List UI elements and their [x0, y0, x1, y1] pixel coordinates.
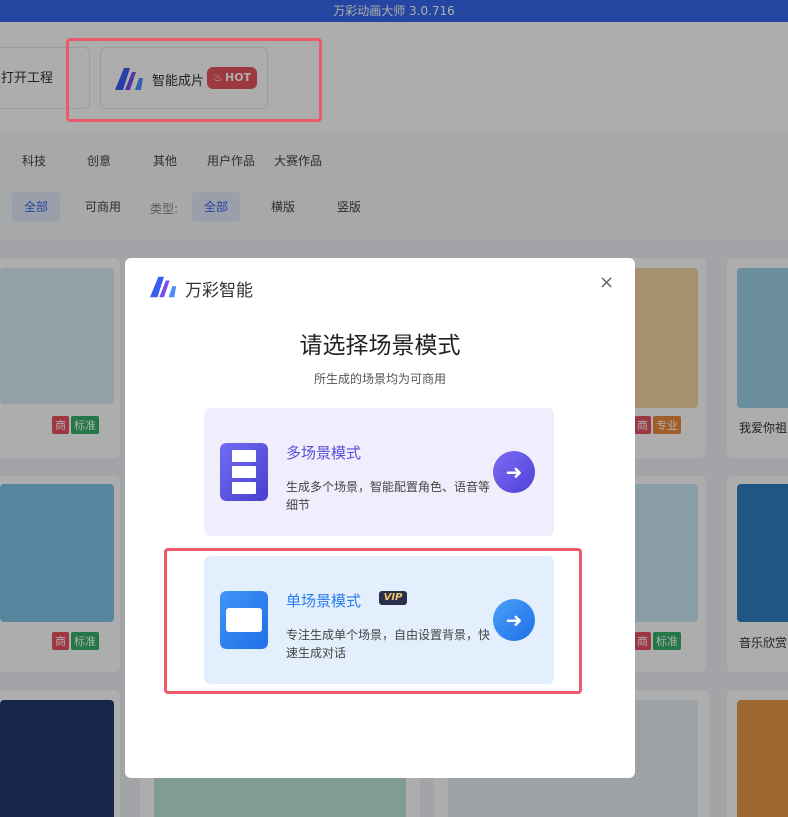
scene-mode-dialog: 万彩智能 × 请选择场景模式 所生成的场景均为可商用 多场景模式 生成多个场景，…	[125, 258, 635, 778]
film-strip-icon	[220, 443, 268, 501]
multi-scene-title: 多场景模式	[286, 444, 362, 462]
dialog-subtitle: 所生成的场景均为可商用	[313, 372, 446, 386]
close-icon[interactable]: ×	[599, 272, 614, 293]
multi-scene-description: 生成多个场景，智能配置角色、语音等细节	[286, 480, 491, 512]
multi-scene-arrow-button[interactable]: ➜	[493, 451, 535, 493]
arrow-right-icon: ➜	[505, 460, 523, 484]
dialog-brand: 万彩智能	[185, 281, 253, 301]
wancai-logo-icon	[150, 276, 177, 298]
highlight-smart-create	[66, 38, 322, 122]
highlight-single-scene	[164, 548, 582, 694]
multi-scene-mode-card[interactable]: 多场景模式 生成多个场景，智能配置角色、语音等细节 ➜	[204, 408, 554, 536]
dialog-title: 请选择场景模式	[299, 333, 461, 359]
